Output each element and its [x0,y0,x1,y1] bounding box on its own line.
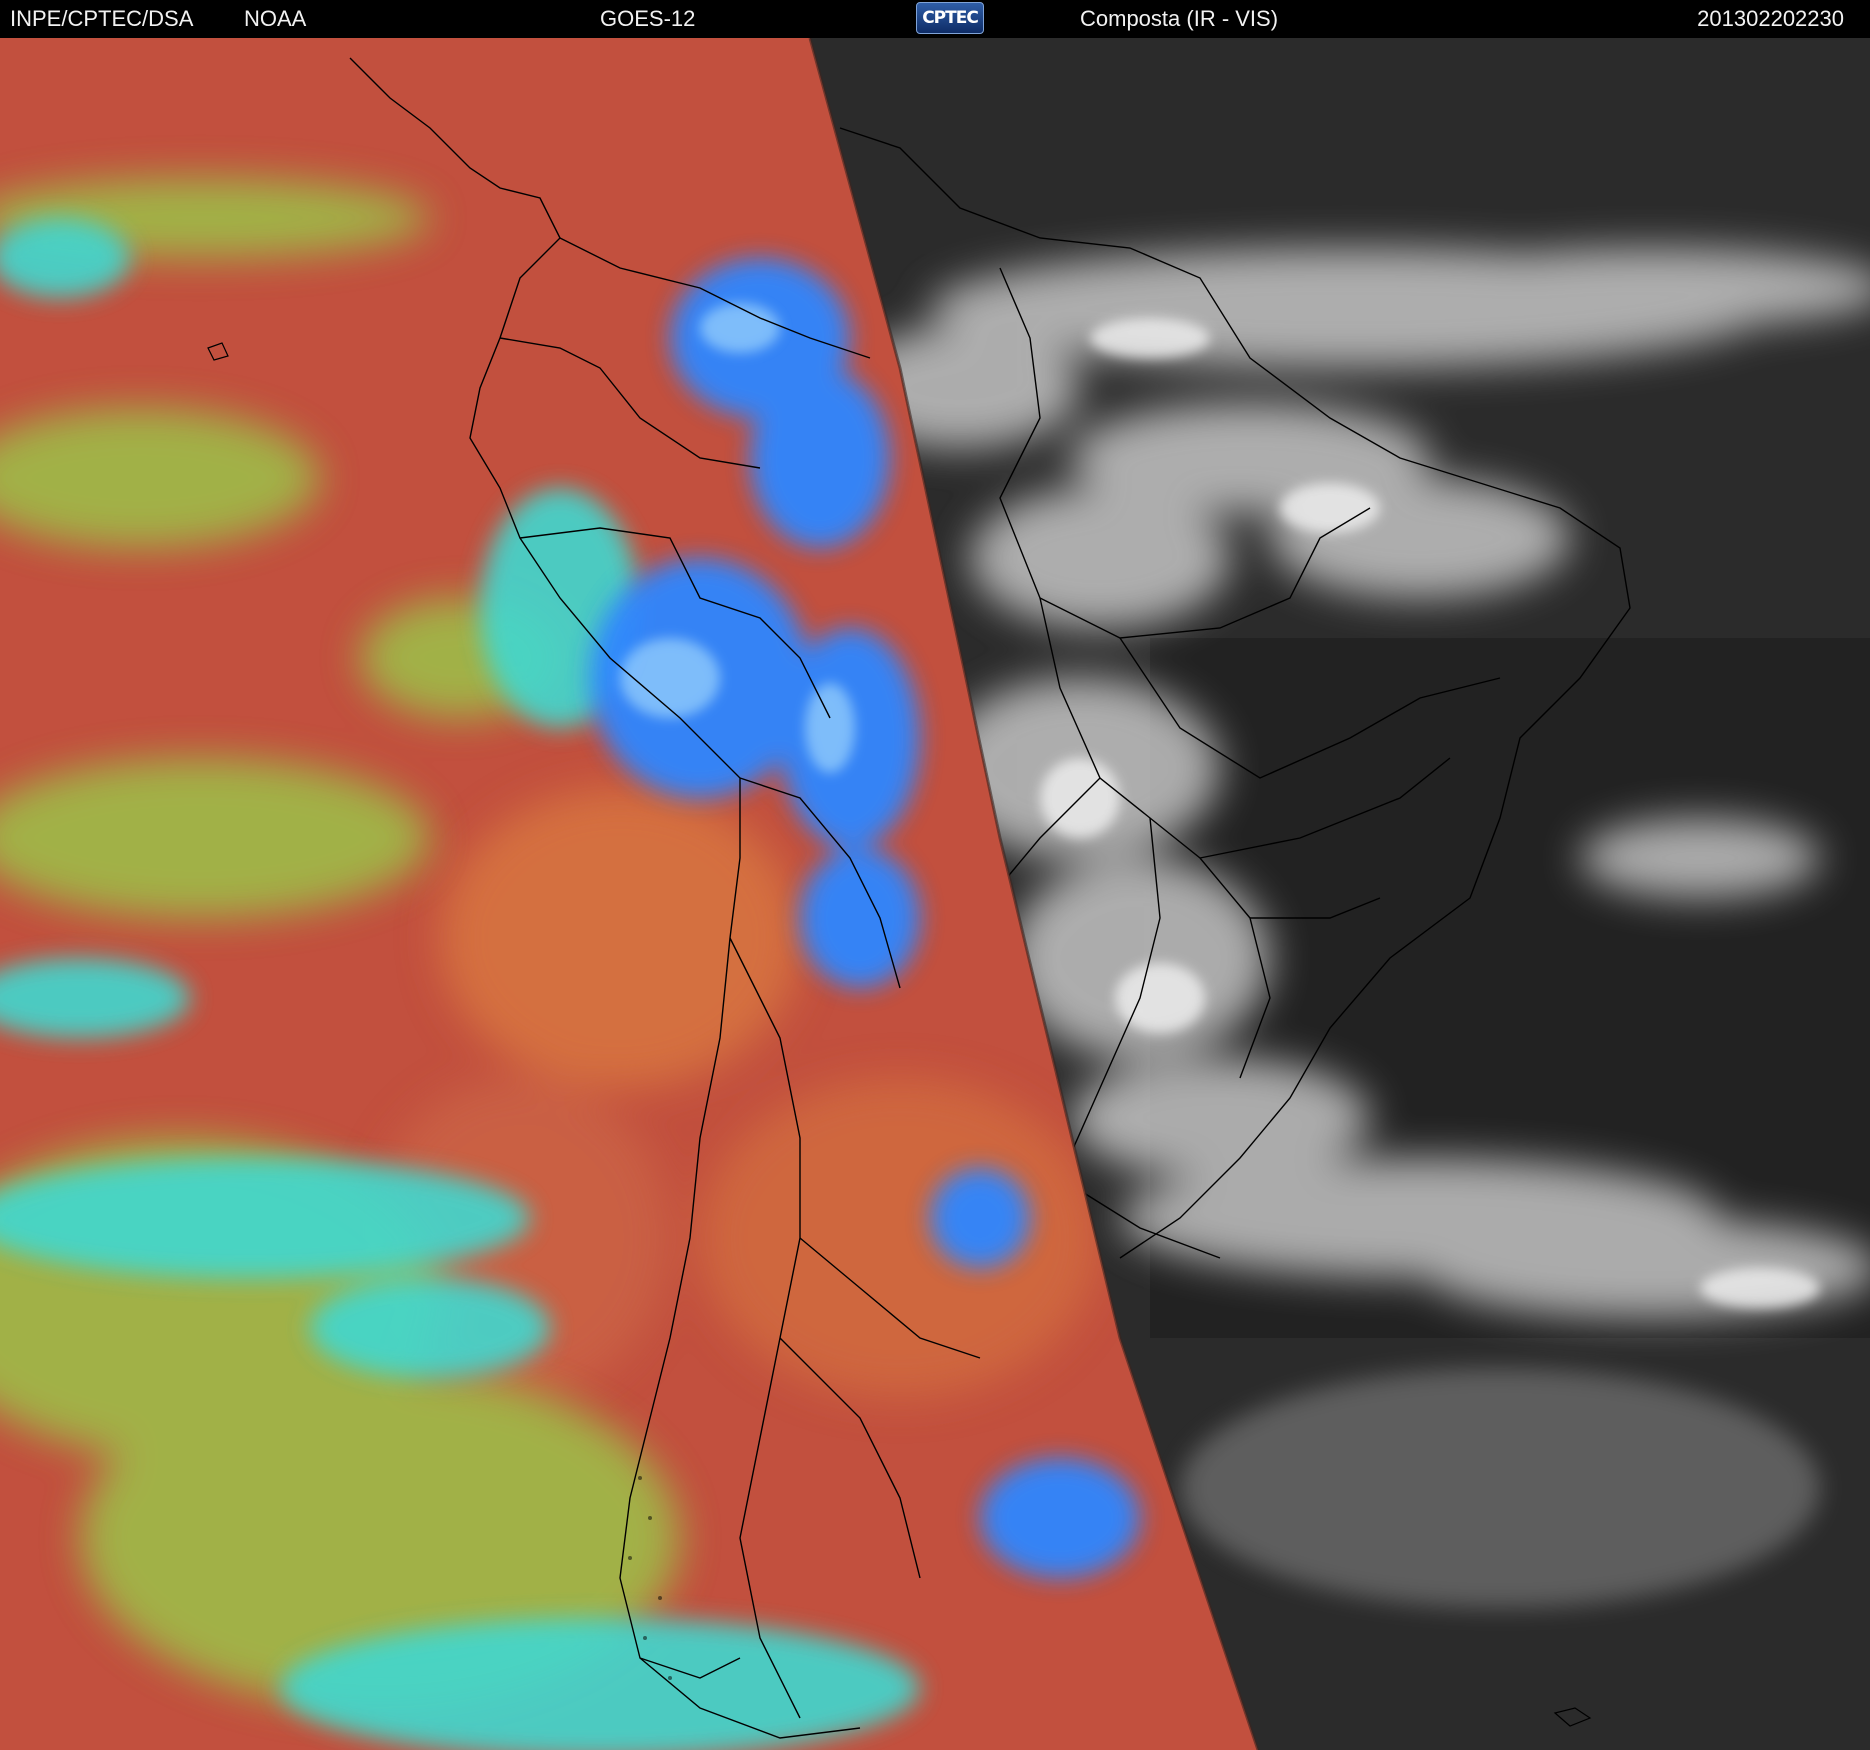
agency-label: NOAA [244,6,307,31]
satellite-composite-svg [0,38,1870,1750]
satellite-image [0,38,1870,1750]
organization-label: INPE/CPTEC/DSA [10,6,194,31]
timestamp-label: 201302202230 [1697,6,1844,31]
satellite-label: GOES-12 [600,6,696,31]
cptec-logo: CPTEC [916,2,984,34]
logo-text: CPTEC [922,8,979,28]
image-header: INPE/CPTEC/DSA NOAA GOES-12 CPTEC Compos… [0,0,1870,38]
product-title: Composta (IR - VIS) [1080,6,1279,31]
